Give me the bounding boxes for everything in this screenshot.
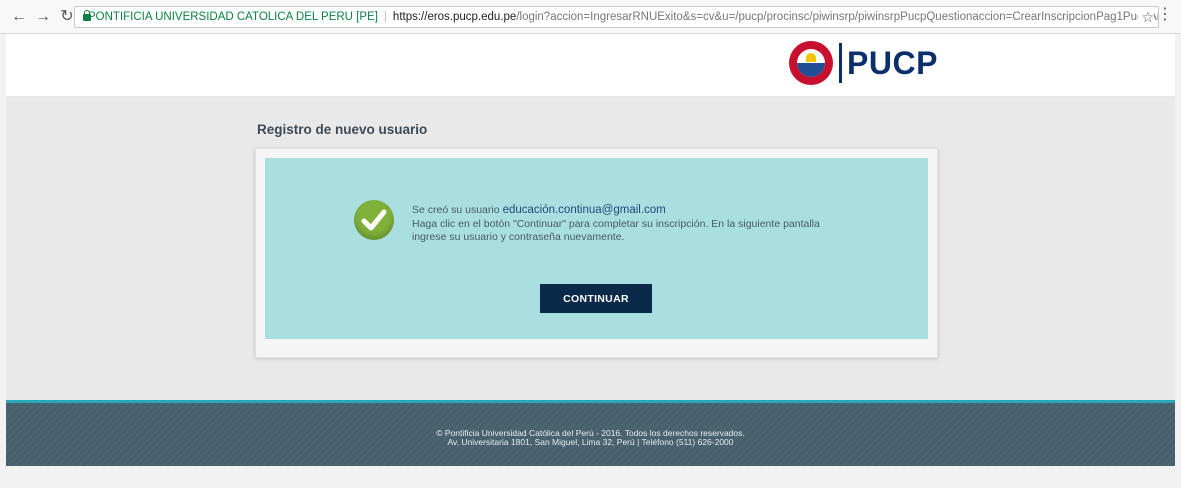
pucp-seal-icon	[789, 41, 833, 85]
footer: © Pontificia Universidad Católica del Pe…	[6, 400, 1175, 466]
success-message: Se creó su usuario educación.continua@gma…	[412, 204, 842, 245]
success-message-box: Se creó su usuario educación.continua@gma…	[265, 158, 928, 339]
continue-button[interactable]: CONTINUAR	[540, 284, 652, 313]
pucp-logo[interactable]: PUCP	[789, 41, 938, 85]
site-header: PUCP	[6, 34, 1175, 97]
user-email: educación.continua@gmail.com	[502, 204, 666, 216]
star-icon[interactable]: ☆	[1138, 9, 1154, 26]
instruction-line-2: ingrese su usuario y contraseña nuevamen…	[412, 231, 625, 243]
page-title: Registro de nuevo usuario	[257, 122, 428, 137]
main-content: Registro de nuevo usuario Se creó su usu…	[6, 97, 1175, 400]
registration-panel: Se creó su usuario educación.continua@gma…	[255, 148, 938, 358]
arrow-right-icon[interactable]: →	[34, 8, 52, 26]
address-bar[interactable]: PONTIFICIA UNIVERSIDAD CATOLICA DEL PERU…	[74, 6, 1159, 28]
checkmark-icon	[354, 200, 394, 240]
arrow-left-icon[interactable]: ←	[10, 8, 28, 26]
browser-toolbar: ← → ↻ PONTIFICIA UNIVERSIDAD CATOLICA DE…	[0, 0, 1181, 34]
secure-site-name: PONTIFICIA UNIVERSIDAD CATOLICA DEL PERU…	[88, 11, 378, 23]
address-separator: |	[383, 11, 387, 23]
url-path: /login?accion=IngresarRNUExito&s=cv&u=/p…	[516, 11, 1158, 23]
logo-text: PUCP	[847, 44, 938, 81]
kebab-menu-icon[interactable]: ⋮	[1157, 7, 1173, 23]
logo-divider	[839, 43, 842, 83]
created-prefix: Se creó su usuario	[412, 204, 500, 216]
instruction-line-1: Haga clic en el botón "Continuar" para c…	[412, 217, 820, 230]
url-host: https://eros.pucp.edu.pe	[392, 11, 517, 23]
footer-address: Av. Universitaria 1801, San Miguel, Lima…	[447, 437, 734, 447]
